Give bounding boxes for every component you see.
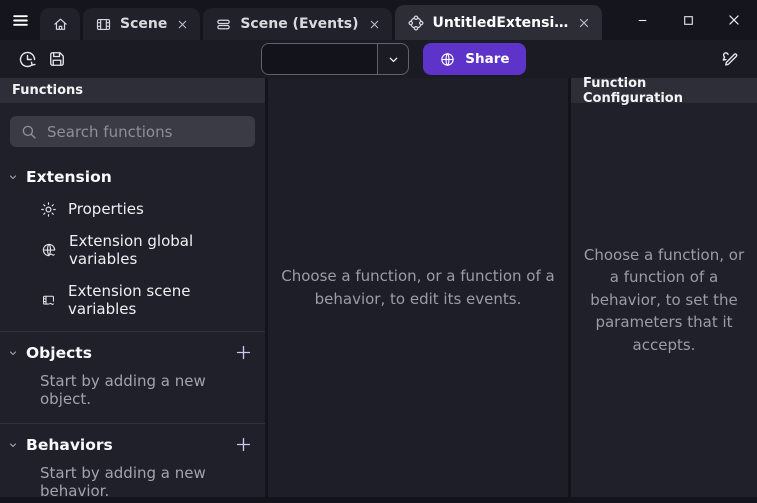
function-configuration-title: Function Configuration — [583, 76, 745, 106]
section-behaviors: Behaviors Start by adding a new behavior… — [0, 423, 265, 503]
close-icon[interactable] — [369, 19, 380, 30]
hamburger-menu-icon[interactable] — [0, 0, 40, 40]
item-label: Extension global variables — [69, 232, 257, 268]
functions-panel-title: Functions — [12, 83, 83, 98]
function-configuration-header: Function Configuration — [571, 78, 757, 103]
edit-extension-icon[interactable] — [715, 44, 745, 74]
extension-icon — [407, 14, 425, 32]
save-icon[interactable] — [42, 44, 72, 74]
search-icon — [20, 123, 38, 141]
close-window-icon[interactable] — [711, 0, 757, 40]
section-title: Extension — [26, 168, 112, 186]
minimize-icon[interactable] — [619, 0, 665, 40]
events-sheet-icon — [215, 16, 232, 33]
globe-icon — [439, 51, 456, 68]
section-title: Objects — [26, 344, 92, 362]
section-hint: Start by adding a new behavior. — [0, 461, 265, 503]
item-label: Properties — [68, 200, 144, 218]
tab-home[interactable] — [40, 8, 80, 40]
close-icon[interactable] — [578, 17, 590, 29]
section-title: Behaviors — [26, 436, 113, 454]
window-controls — [619, 0, 757, 40]
add-object-button[interactable] — [234, 343, 253, 362]
section-hint: Start by adding a new object. — [0, 369, 265, 417]
events-placeholder-text: Choose a function, or a function of a be… — [268, 265, 568, 310]
section-objects-header[interactable]: Objects — [0, 334, 265, 369]
main-area: Functions Extension — [0, 78, 757, 497]
home-icon — [52, 16, 69, 33]
chevron-down-icon — [7, 439, 19, 451]
share-label: Share — [465, 51, 509, 67]
events-editor-panel: Choose a function, or a function of a be… — [268, 78, 568, 497]
share-button[interactable]: Share — [423, 43, 525, 75]
preview-button[interactable]: Preview — [261, 43, 409, 75]
tab-label: Scene (Events) — [240, 16, 358, 32]
tab-label: UntitledExtensi… — [433, 15, 569, 31]
tab-scene[interactable]: Scene — [83, 8, 200, 40]
preview-dropdown-button[interactable] — [378, 44, 408, 74]
film-icon — [95, 16, 112, 33]
chevron-down-icon — [7, 171, 19, 183]
section-objects: Objects Start by adding a new object. — [0, 331, 265, 423]
section-extension: Extension Properties — [0, 157, 265, 331]
toolbar: Preview Share — [0, 40, 757, 78]
chevron-down-icon — [387, 53, 400, 66]
item-properties[interactable]: Properties — [0, 193, 265, 225]
tab-scene-events[interactable]: Scene (Events) — [203, 8, 391, 40]
item-label: Extension scene variables — [68, 282, 257, 318]
functions-panel-header: Functions — [0, 78, 265, 103]
function-configuration-panel: Function Configuration Choose a function… — [571, 78, 757, 497]
section-behaviors-header[interactable]: Behaviors — [0, 426, 265, 461]
scene-variable-icon — [40, 292, 57, 309]
tab-untitled-extension[interactable]: UntitledExtensi… — [395, 5, 603, 40]
configuration-placeholder-text: Choose a function, or a function of a be… — [580, 244, 748, 357]
tab-label: Scene — [120, 16, 167, 32]
item-extension-scene-variables[interactable]: Extension scene variables — [0, 275, 265, 325]
close-icon[interactable] — [177, 19, 188, 30]
gear-icon — [40, 201, 57, 218]
maximize-icon[interactable] — [665, 0, 711, 40]
search-box[interactable] — [10, 116, 255, 147]
chevron-down-icon — [7, 347, 19, 359]
globe-variable-icon — [40, 241, 58, 259]
history-icon[interactable] — [12, 44, 42, 74]
item-extension-global-variables[interactable]: Extension global variables — [0, 225, 265, 275]
search-input[interactable] — [47, 123, 245, 141]
section-extension-header[interactable]: Extension — [0, 159, 265, 193]
functions-panel: Functions Extension — [0, 78, 265, 497]
add-behavior-button[interactable] — [234, 435, 253, 454]
titlebar: Scene Scene (Events) UntitledExtensi… — [0, 0, 757, 40]
